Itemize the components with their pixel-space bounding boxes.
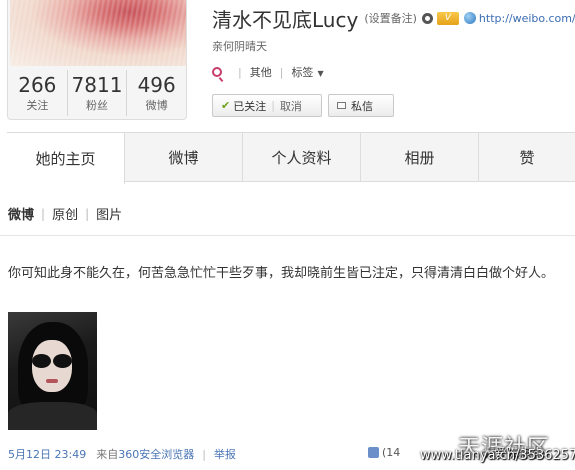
- like-button[interactable]: (14: [368, 446, 400, 459]
- stat-following-label: 关注: [26, 99, 49, 112]
- follow-button[interactable]: ✔ 已关注 | 取消: [212, 94, 322, 117]
- search-icon[interactable]: [212, 67, 222, 77]
- tab-album[interactable]: 相册: [361, 133, 479, 181]
- avatar[interactable]: [10, 0, 186, 66]
- stat-posts[interactable]: 496 微博: [127, 70, 186, 116]
- stat-followers-count: 7811: [71, 73, 123, 97]
- message-button[interactable]: 私信: [328, 94, 394, 117]
- report-link[interactable]: 举报: [214, 446, 236, 462]
- followed-label: 已关注: [233, 99, 267, 113]
- globe-icon: [463, 12, 476, 24]
- filter-separator: |: [41, 206, 46, 221]
- stat-followers[interactable]: 7811 粉丝: [68, 70, 128, 116]
- profile-name-row: 清水不见底Lucy (设置备注) V http://weibo.com/u/: [212, 2, 575, 34]
- photo-lips: [46, 379, 58, 383]
- filter-separator: |: [85, 206, 90, 221]
- filter-original[interactable]: 原创: [52, 204, 78, 223]
- meta-separator: |: [202, 447, 206, 461]
- post-text: 你可知此身不能久在，何苦急急忙忙干些歹事，我却晓前生皆已注定，只得清清白白做个好…: [8, 266, 555, 281]
- action-separator: |: [279, 65, 284, 79]
- profile-buttons: ✔ 已关注 | 取消 私信: [212, 94, 394, 117]
- vip-badge-icon[interactable]: V: [436, 11, 459, 25]
- post-source[interactable]: 360安全浏览器: [118, 446, 194, 462]
- post-date[interactable]: 5月12日 23:49: [8, 446, 86, 462]
- stat-following-count: 266: [18, 73, 57, 97]
- other-link[interactable]: 其他: [250, 64, 272, 80]
- message-label: 私信: [351, 99, 373, 113]
- action-separator: |: [238, 65, 242, 79]
- photo-sunglasses-left: [32, 354, 51, 368]
- mail-icon: [337, 102, 346, 109]
- profile-username: 清水不见底Lucy: [212, 7, 359, 32]
- profile-actions: | 其他 | 标签 ▼: [212, 64, 324, 80]
- photo-shoulder: [8, 402, 97, 430]
- set-remark-link[interactable]: (设置备注): [364, 10, 417, 26]
- female-icon: [421, 12, 433, 24]
- stat-posts-label: 微博: [145, 99, 168, 112]
- profile-stats: 266 关注 7811 粉丝 496 微博: [8, 70, 186, 116]
- unfollow-link[interactable]: 取消: [280, 98, 302, 114]
- avatar-texture: [10, 0, 186, 66]
- tab-weibo[interactable]: 微博: [125, 133, 243, 181]
- tab-profile-info[interactable]: 个人资料: [243, 133, 361, 181]
- profile-tabs: 她的主页 微博 个人资料 相册 赞: [7, 132, 575, 184]
- filter-images[interactable]: 图片: [96, 204, 122, 223]
- tab-likes[interactable]: 赞: [479, 133, 575, 181]
- stat-followers-label: 粉丝: [86, 99, 108, 112]
- filter-weibo[interactable]: 微博: [8, 204, 34, 223]
- post-meta: 5月12日 23:49 来自 360安全浏览器 | 举报: [8, 446, 236, 462]
- post-image[interactable]: [8, 312, 97, 430]
- like-count: (14: [382, 446, 401, 459]
- watermark: 天涯社区 大爱陈燕燕 www.tianya.cn/3536257: [420, 430, 575, 470]
- watermark-url: www.tianya.cn/3536257: [420, 448, 575, 463]
- divider: [0, 235, 575, 236]
- profile-url[interactable]: http://weibo.com/u/: [479, 12, 575, 25]
- chevron-down-icon: ▼: [317, 69, 324, 78]
- thumbs-up-icon: [368, 447, 379, 458]
- tab-home[interactable]: 她的主页: [7, 133, 125, 184]
- follow-divider: |: [271, 99, 275, 112]
- photo-sunglasses-right: [53, 354, 72, 368]
- profile-bio: 亲何阴晴天: [212, 40, 267, 53]
- tags-dropdown[interactable]: 标签 ▼: [291, 64, 323, 80]
- feed-filter-tabs: 微博 | 原创 | 图片: [8, 204, 122, 224]
- post-source-label: 来自: [96, 448, 119, 461]
- stat-posts-count: 496: [137, 73, 176, 97]
- check-icon: ✔: [221, 99, 231, 112]
- tags-label: 标签: [291, 66, 314, 79]
- stat-following[interactable]: 266 关注: [8, 70, 68, 116]
- profile-card: 266 关注 7811 粉丝 496 微博: [7, 0, 187, 120]
